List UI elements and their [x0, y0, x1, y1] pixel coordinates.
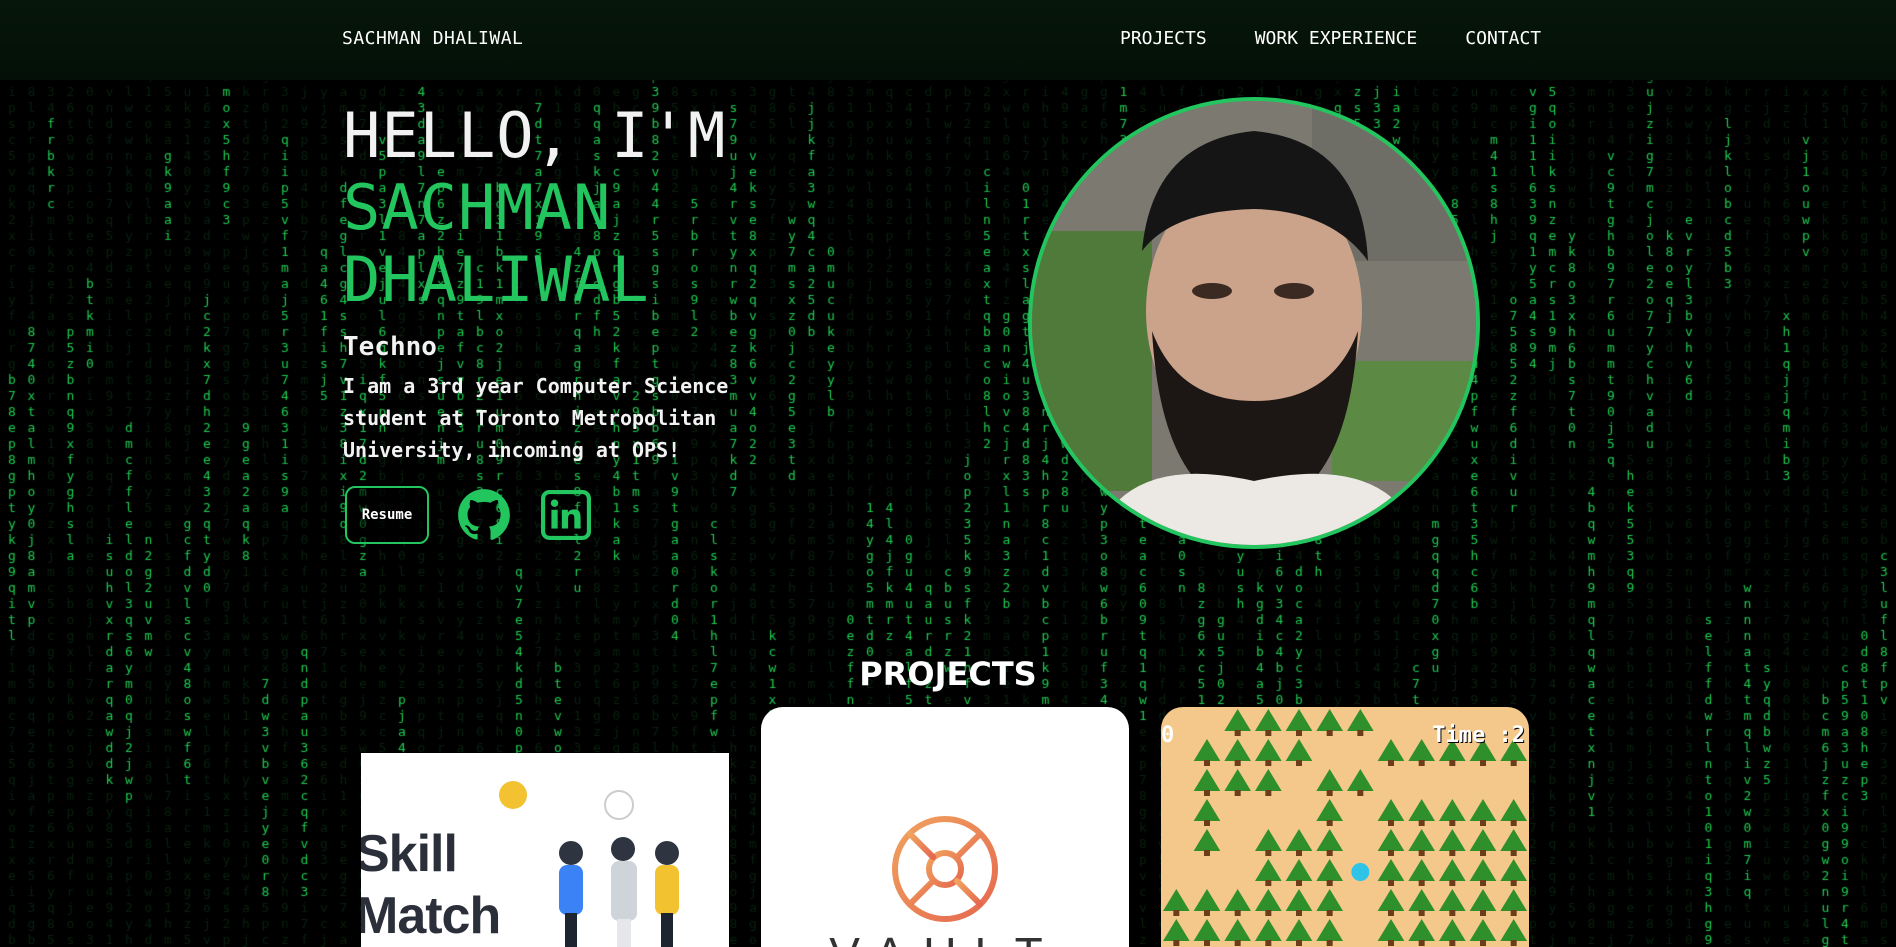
maze-tree: [1255, 769, 1282, 796]
maze-tree: [1469, 829, 1497, 856]
nav-link-contact[interactable]: CONTACT: [1465, 28, 1541, 49]
github-icon[interactable]: [457, 488, 511, 542]
maze-tree: [1316, 769, 1343, 796]
maze-tree: [1377, 919, 1405, 946]
profile-photo-illustration: [1032, 101, 1476, 545]
maze-tree: [1439, 799, 1466, 826]
maze-tree: [1408, 919, 1435, 946]
maze-tree: [1316, 829, 1343, 856]
maze-tree: [1377, 859, 1405, 886]
vault-title: VAULT: [761, 927, 1129, 947]
profile-photo: [1028, 97, 1480, 549]
hero-name-first: SACHMAN: [343, 171, 612, 244]
maze-tree: [1500, 919, 1527, 946]
maze-tree: [1316, 919, 1343, 946]
project-card-skill-match[interactable]: Skill Match: [361, 753, 729, 947]
maze-tree: [1316, 709, 1343, 736]
maze-tree: [1316, 799, 1343, 826]
maze-tree: [1285, 859, 1313, 886]
game-player-sprite: [1351, 863, 1370, 881]
maze-tree: [1163, 889, 1190, 916]
maze-tree: [1163, 919, 1190, 946]
hero-name-last: DHALIWAL: [343, 243, 650, 316]
nav-link-work-experience[interactable]: WORK EXPERIENCE: [1255, 28, 1418, 49]
vault-logo-icon: [892, 816, 998, 922]
project-card-vault[interactable]: VAULT: [761, 707, 1129, 947]
hero-bio: I am a 3rd year Computer Science student…: [343, 374, 729, 462]
linkedin-icon-svg: [541, 490, 591, 540]
hero-greeting: HELLO, I'M: [343, 99, 727, 172]
maze-tree: [1469, 799, 1497, 826]
maze-tree: [1285, 889, 1313, 916]
maze-tree: [1377, 889, 1405, 916]
maze-tree: [1439, 829, 1466, 856]
navbar: SACHMAN DHALIWAL PROJECTS WORK EXPERIENC…: [0, 0, 1896, 80]
maze-tree: [1316, 889, 1343, 916]
resume-button[interactable]: Resume: [345, 486, 429, 544]
maze-tree: [1255, 859, 1282, 886]
linkedin-icon[interactable]: [539, 488, 593, 542]
maze-tree: [1193, 769, 1221, 796]
maze-tree: [1224, 919, 1251, 946]
maze-tree: [1193, 739, 1221, 766]
maze-tree: [1285, 739, 1313, 766]
maze-tree: [1193, 829, 1221, 856]
maze-tree: [1255, 919, 1282, 946]
hero-subtitle: Techno: [343, 332, 437, 362]
maze-tree: [1500, 889, 1527, 916]
maze-tree: [1224, 709, 1251, 736]
maze-tree: [1408, 859, 1435, 886]
maze-tree: [1408, 799, 1435, 826]
skill-match-illustration: [499, 781, 679, 947]
maze-tree: [1469, 859, 1497, 886]
maze-tree: [1408, 829, 1435, 856]
project-card-maze-game[interactable]: 0 Time :2: [1161, 707, 1529, 947]
maze-tree: [1285, 829, 1313, 856]
maze-tree: [1255, 739, 1282, 766]
maze-tree: [1193, 919, 1221, 946]
hero-section: HELLO, I'M SACHMAN DHALIWAL Techno I am …: [343, 100, 763, 466]
maze-tree: [1193, 799, 1221, 826]
github-icon-svg: [458, 489, 510, 540]
maze-tree: [1347, 709, 1374, 736]
maze-tree: [1439, 919, 1466, 946]
nav-links: PROJECTS WORK EXPERIENCE CONTACT: [1120, 28, 1541, 49]
hero-actions: Resume: [345, 486, 593, 544]
maze-tree: [1377, 829, 1405, 856]
maze-tree: [1469, 919, 1497, 946]
game-score: 0: [1161, 723, 1175, 748]
maze-tree: [1255, 709, 1282, 736]
maze-tree: [1255, 829, 1282, 856]
projects-section-title: PROJECTS: [859, 654, 1037, 693]
maze-tree: [1469, 889, 1497, 916]
maze-tree: [1377, 799, 1405, 826]
maze-tree: [1408, 739, 1435, 766]
maze-tree: [1500, 799, 1527, 826]
maze-tree: [1439, 889, 1466, 916]
maze-tree: [1347, 769, 1374, 796]
maze-tree: [1439, 859, 1466, 886]
maze-tree: [1224, 739, 1251, 766]
game-timer: Time :2: [1432, 723, 1525, 748]
maze-tree: [1285, 919, 1313, 946]
maze-tree: [1377, 739, 1405, 766]
maze-tree: [1316, 859, 1343, 886]
maze-tree: [1193, 889, 1221, 916]
maze-tree: [1255, 889, 1282, 916]
maze-tree: [1500, 829, 1527, 856]
maze-tree: [1224, 889, 1251, 916]
maze-tree: [1224, 769, 1251, 796]
maze-tree: [1285, 709, 1313, 736]
brand-name[interactable]: SACHMAN DHALIWAL: [342, 28, 523, 49]
maze-tree: [1500, 859, 1527, 886]
nav-link-projects[interactable]: PROJECTS: [1120, 28, 1207, 49]
maze-tree: [1408, 889, 1435, 916]
